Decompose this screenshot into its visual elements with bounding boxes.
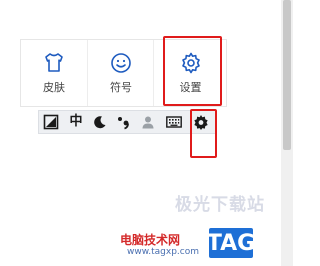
scrollbar-thumb[interactable] [283,0,291,150]
switch-mode-icon [43,114,59,130]
user-icon [142,116,154,129]
shirt-icon [45,53,63,72]
symbol-button[interactable]: 符号 [87,40,154,106]
skin-label: 皮肤 [43,81,65,94]
watermark-brand: 极光下载站 [175,195,265,215]
watermark-tag-logo: TAG [207,228,255,258]
settings-tool-highlight-box [190,109,217,158]
chinese-mode-text: 中 [69,114,83,129]
punctuation-toggle[interactable] [115,113,133,131]
smiley-icon [111,53,131,73]
keyboard-icon [166,116,182,128]
fullwidth-toggle[interactable] [91,113,109,131]
symbol-label: 符号 [110,81,132,94]
watermark-url: www.tagxp.com [127,247,199,257]
user-button[interactable] [139,113,157,131]
watermark: 极光下载站 电脑技术网 www.tagxp.com TAG [120,190,290,266]
watermark-site-name: 电脑技术网 [120,233,181,247]
chinese-mode-button[interactable]: 中 [67,113,85,131]
skin-button[interactable]: 皮肤 [21,40,87,106]
settings-highlight-box [163,36,222,106]
moon-icon [94,116,106,129]
punctuation-icon [118,117,129,130]
keyboard-button[interactable] [165,113,183,131]
switch-mode-button[interactable] [42,113,60,131]
